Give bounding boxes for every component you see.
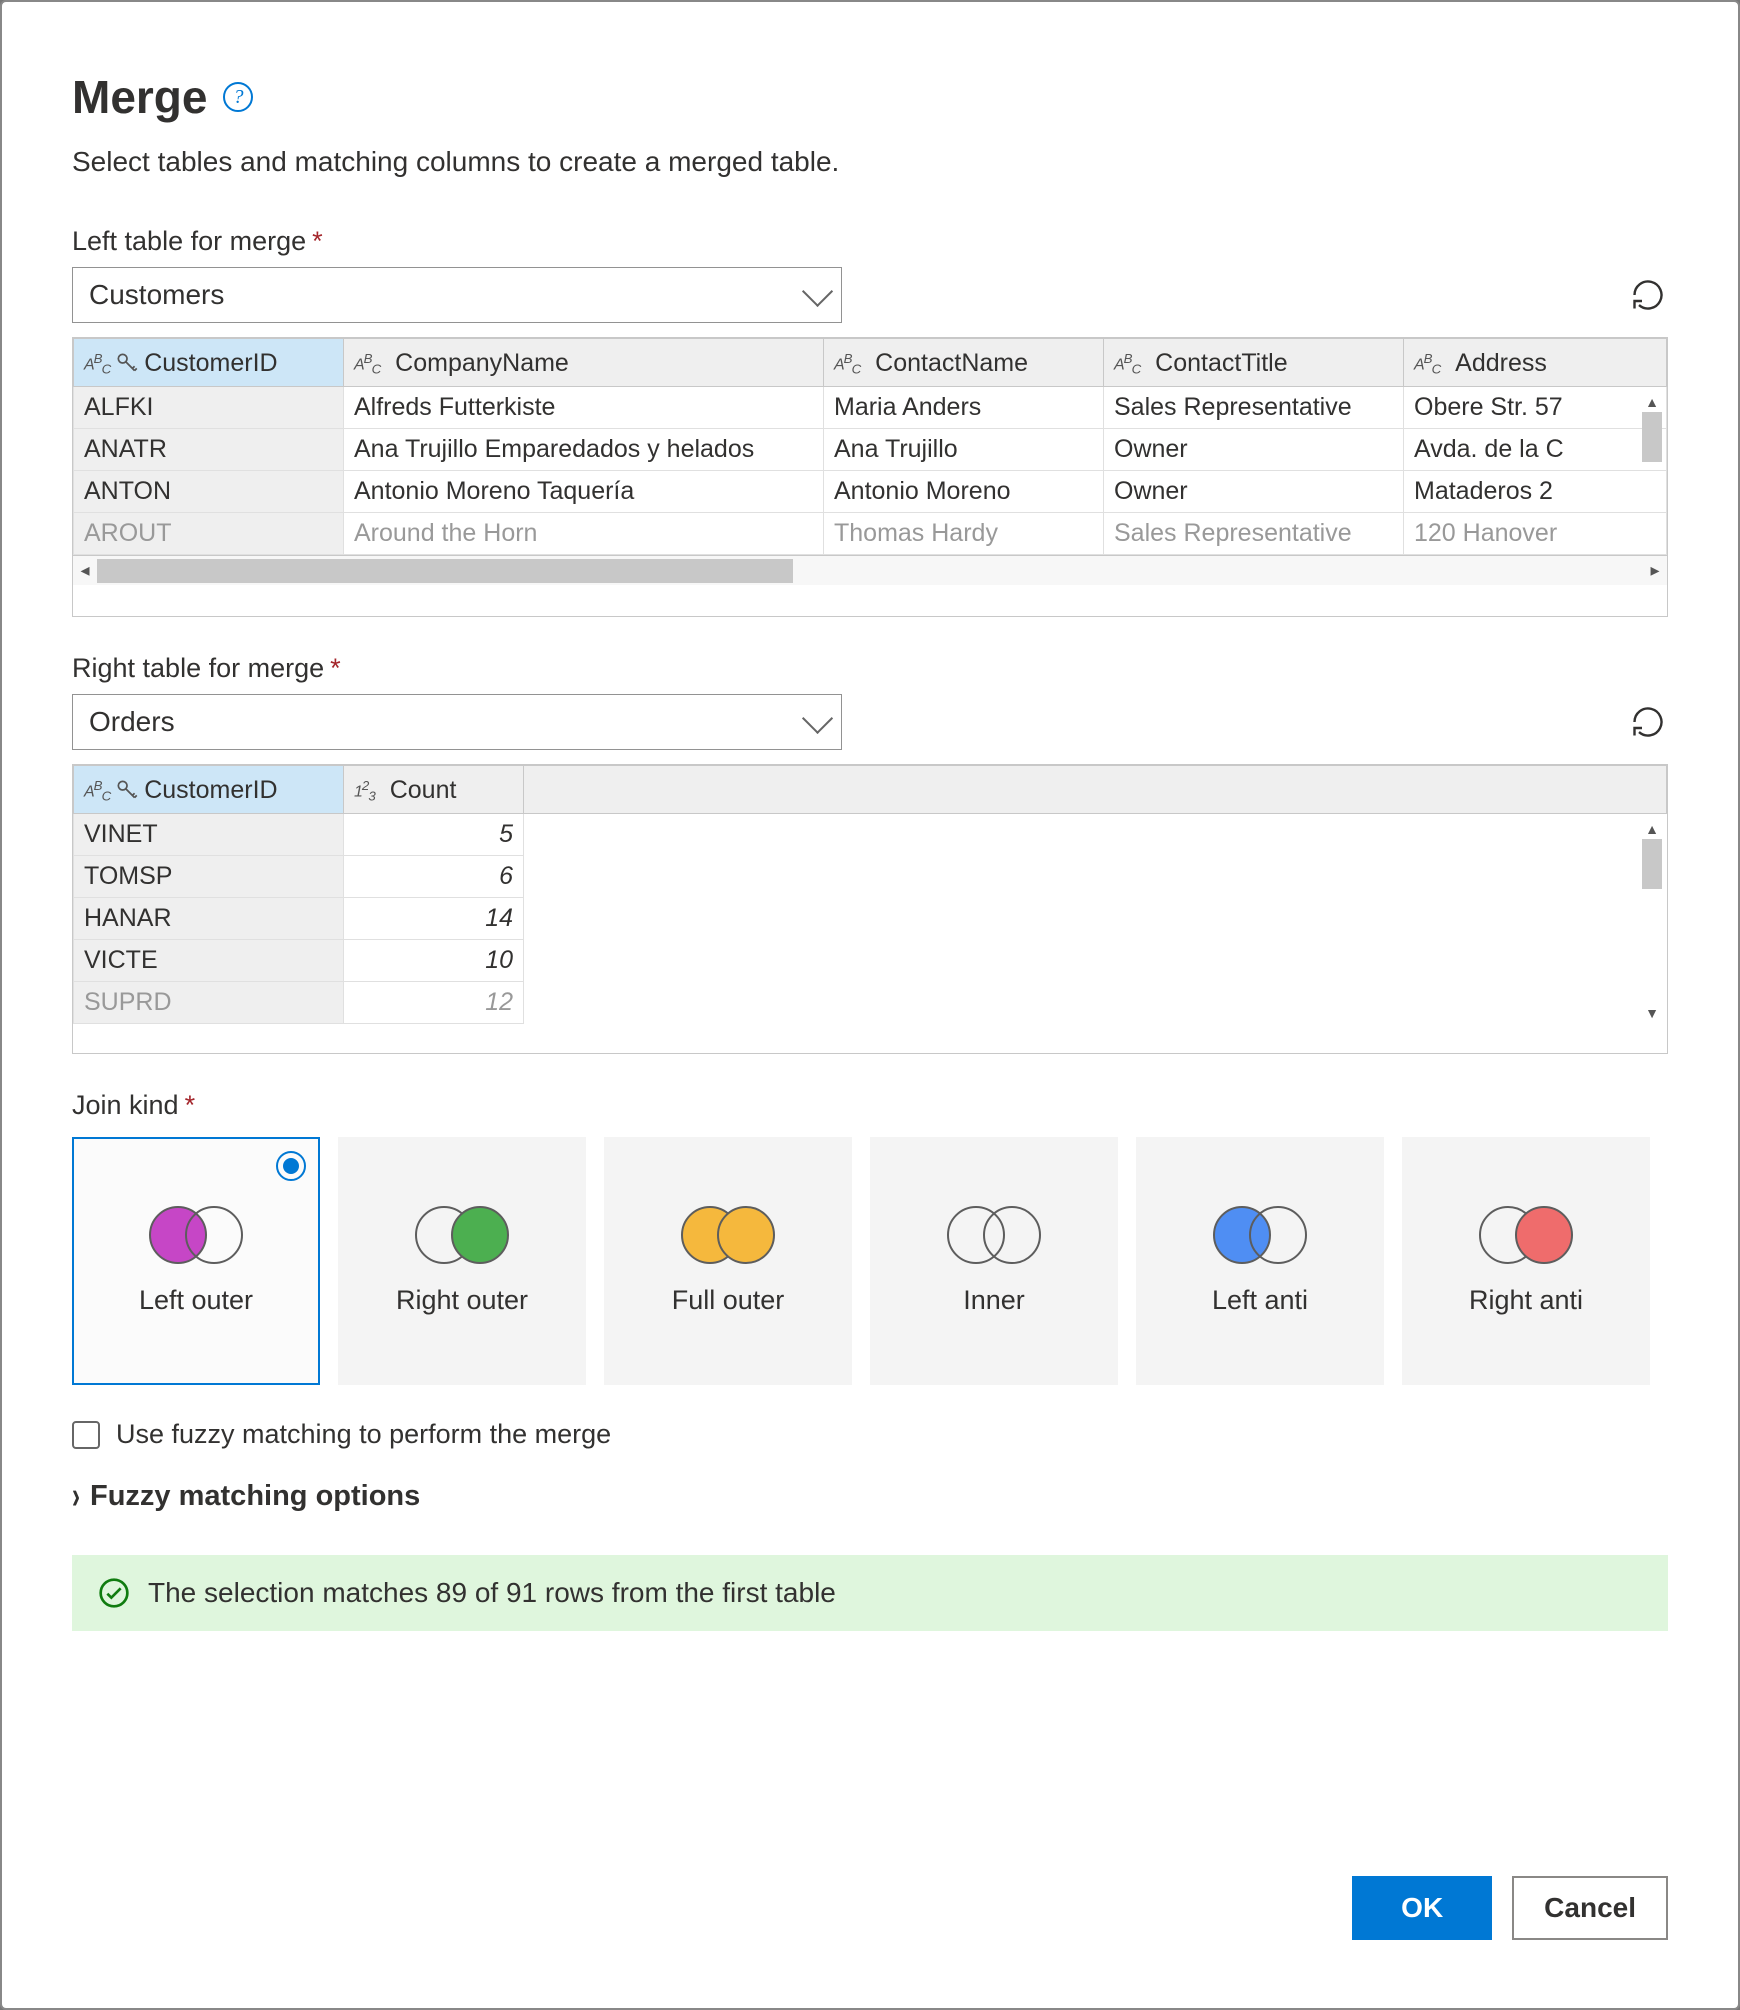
radio-selected-icon bbox=[276, 1151, 306, 1181]
left-table-select[interactable]: Customers bbox=[72, 267, 842, 323]
vertical-scrollbar[interactable]: ▲ ▼ bbox=[1639, 819, 1665, 1023]
join-option-right-anti[interactable]: Right anti bbox=[1402, 1137, 1650, 1385]
merge-dialog: Merge ? Select tables and matching colum… bbox=[0, 0, 1740, 2010]
join-option-label: Left anti bbox=[1212, 1284, 1308, 1316]
text-type-icon: ABC bbox=[354, 351, 380, 377]
join-option-label: Right anti bbox=[1469, 1284, 1583, 1316]
column-header[interactable]: ABC ContactName bbox=[824, 339, 1104, 387]
join-option-left-anti[interactable]: Left anti bbox=[1136, 1137, 1384, 1385]
text-type-icon: ABC bbox=[1114, 351, 1140, 377]
column-header[interactable]: ABC ContactTitle bbox=[1104, 339, 1404, 387]
cancel-button[interactable]: Cancel bbox=[1512, 1876, 1668, 1940]
number-type-icon: 123 bbox=[354, 778, 375, 804]
chevron-right-icon: › bbox=[72, 1474, 80, 1519]
chevron-down-icon bbox=[802, 703, 833, 734]
venn-diagram-icon bbox=[947, 1206, 1041, 1264]
text-type-icon: ABC bbox=[834, 351, 860, 377]
chevron-down-icon bbox=[802, 276, 833, 307]
fuzzy-matching-checkbox[interactable] bbox=[72, 1421, 100, 1449]
dialog-title: Merge bbox=[72, 70, 207, 124]
table-row[interactable]: TOMSP 6 bbox=[74, 855, 1667, 897]
text-type-icon: ABC bbox=[84, 351, 110, 377]
venn-diagram-icon bbox=[149, 1206, 243, 1264]
help-icon[interactable]: ? bbox=[223, 82, 253, 112]
refresh-left-button[interactable] bbox=[1628, 275, 1668, 315]
join-kind-options: Left outer Right outer Full outer Inner Left… bbox=[72, 1137, 1668, 1385]
venn-diagram-icon bbox=[1479, 1206, 1573, 1264]
table-row[interactable]: ANTON Antonio Moreno Taquería Antonio Mo… bbox=[74, 470, 1667, 512]
column-header[interactable]: ABC CustomerID bbox=[74, 766, 344, 814]
table-row[interactable]: SUPRD 12 bbox=[74, 981, 1667, 1023]
venn-diagram-icon bbox=[415, 1206, 509, 1264]
key-icon bbox=[114, 350, 140, 376]
match-status-text: The selection matches 89 of 91 rows from… bbox=[148, 1577, 836, 1609]
text-type-icon: ABC bbox=[1414, 351, 1440, 377]
refresh-right-button[interactable] bbox=[1628, 702, 1668, 742]
table-header-row: ABC CustomerID ABC CompanyName ABC Conta… bbox=[74, 339, 1667, 387]
join-option-right-outer[interactable]: Right outer bbox=[338, 1137, 586, 1385]
horizontal-scrollbar[interactable]: ◂ ▸ bbox=[73, 555, 1667, 585]
right-table-select[interactable]: Orders bbox=[72, 694, 842, 750]
dialog-subtitle: Select tables and matching columns to cr… bbox=[72, 146, 1668, 178]
checkmark-circle-icon bbox=[98, 1577, 130, 1609]
table-row[interactable]: ANATR Ana Trujillo Emparedados y helados… bbox=[74, 428, 1667, 470]
venn-diagram-icon bbox=[1213, 1206, 1307, 1264]
text-type-icon: ABC bbox=[84, 778, 110, 804]
table-row[interactable]: HANAR 14 bbox=[74, 897, 1667, 939]
column-header[interactable]: ABC CompanyName bbox=[344, 339, 824, 387]
join-option-left-outer[interactable]: Left outer bbox=[72, 1137, 320, 1385]
table-row[interactable]: VICTE 10 bbox=[74, 939, 1667, 981]
left-table-label: Left table for merge* bbox=[72, 226, 1668, 257]
join-kind-label: Join kind* bbox=[72, 1090, 1668, 1121]
right-table-preview[interactable]: ABC CustomerID 123 Count VIN bbox=[72, 764, 1668, 1054]
join-option-full-outer[interactable]: Full outer bbox=[604, 1137, 852, 1385]
right-table-label: Right table for merge* bbox=[72, 653, 1668, 684]
column-header[interactable]: ABC Address bbox=[1404, 339, 1667, 387]
table-row[interactable]: VINET 5 bbox=[74, 813, 1667, 855]
key-icon bbox=[114, 777, 140, 803]
venn-diagram-icon bbox=[681, 1206, 775, 1264]
fuzzy-matching-label: Use fuzzy matching to perform the merge bbox=[116, 1419, 611, 1450]
column-header[interactable]: ABC CustomerID bbox=[74, 339, 344, 387]
join-option-label: Inner bbox=[963, 1284, 1025, 1316]
match-status-bar: The selection matches 89 of 91 rows from… bbox=[72, 1555, 1668, 1631]
table-row[interactable]: ALFKI Alfreds Futterkiste Maria Anders S… bbox=[74, 386, 1667, 428]
table-row[interactable]: AROUT Around the Horn Thomas Hardy Sales… bbox=[74, 512, 1667, 554]
join-option-inner[interactable]: Inner bbox=[870, 1137, 1118, 1385]
fuzzy-options-expander[interactable]: › Fuzzy matching options bbox=[72, 1480, 1668, 1513]
join-option-label: Left outer bbox=[139, 1284, 253, 1316]
table-header-row: ABC CustomerID 123 Count bbox=[74, 766, 1667, 814]
column-header[interactable]: 123 Count bbox=[344, 766, 524, 814]
join-option-label: Right outer bbox=[396, 1284, 528, 1316]
join-option-label: Full outer bbox=[672, 1284, 785, 1316]
left-table-preview[interactable]: ABC CustomerID ABC CompanyName ABC Conta… bbox=[72, 337, 1668, 617]
ok-button[interactable]: OK bbox=[1352, 1876, 1492, 1940]
